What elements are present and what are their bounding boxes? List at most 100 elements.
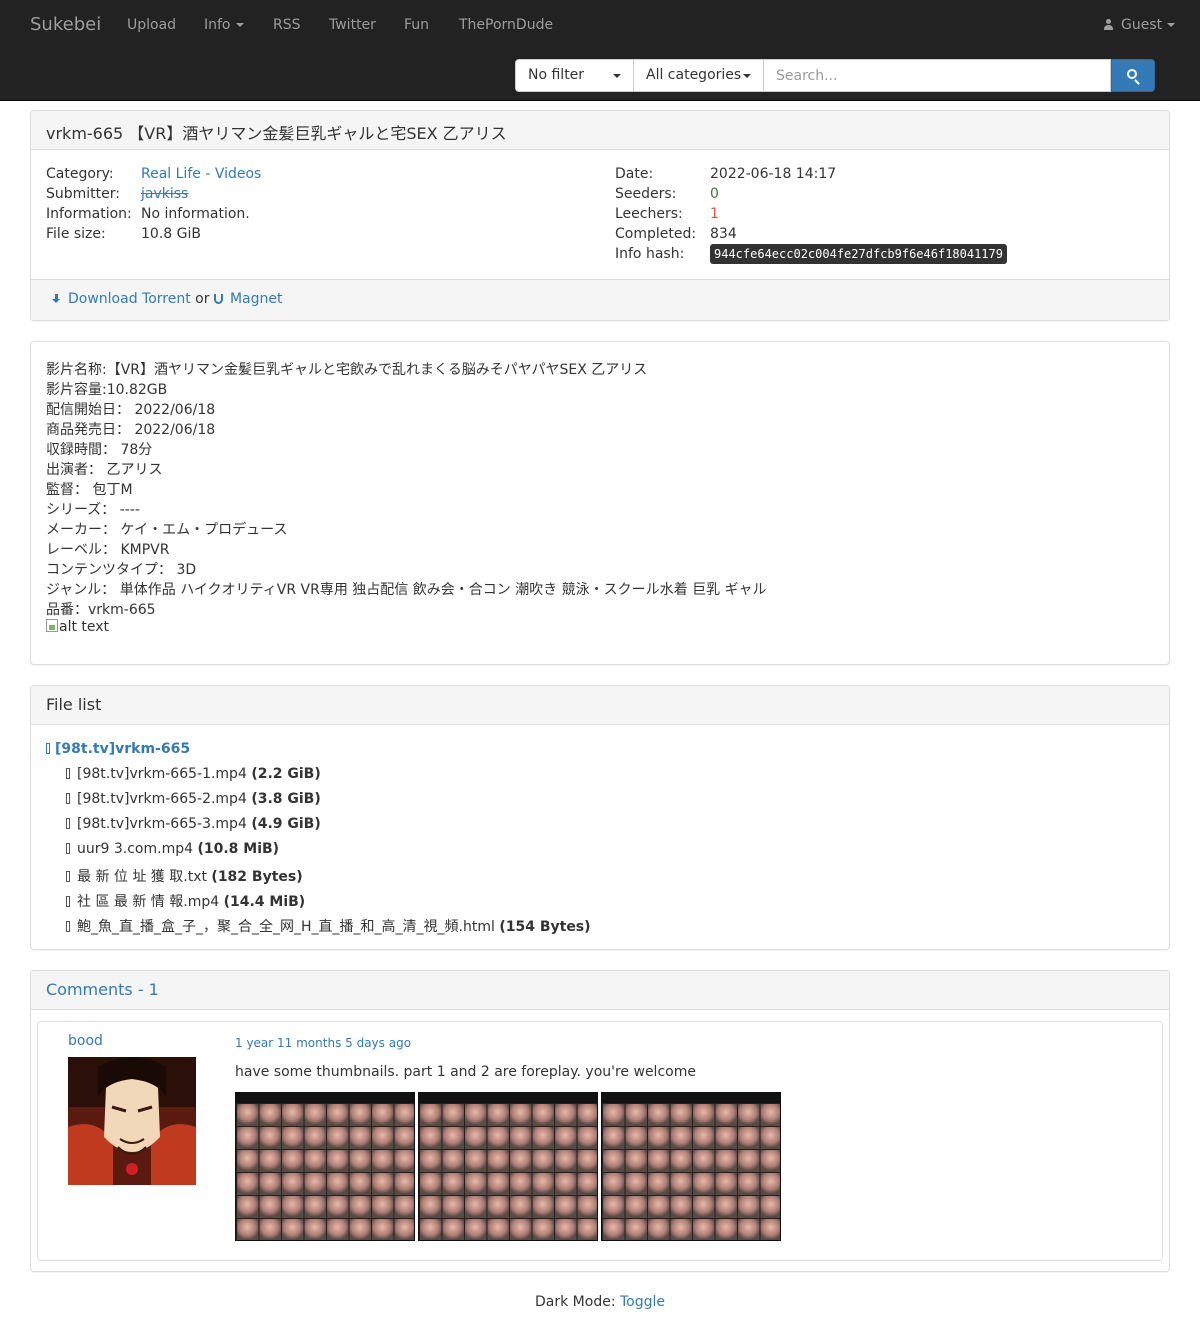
file-icon bbox=[66, 818, 70, 829]
user-icon bbox=[1104, 19, 1113, 30]
file-item: [98t.tv]vrkm-665-2.mp4 (3.8 GiB) bbox=[66, 791, 321, 807]
nav-theporndude[interactable]: ThePornDude bbox=[459, 17, 553, 33]
caret-down-icon bbox=[613, 74, 621, 78]
file-name: uur9 3.com.mp4 bbox=[77, 841, 193, 857]
information-label: Information: bbox=[46, 206, 132, 222]
description-line: 品番：vrkm-665 bbox=[46, 602, 156, 618]
description-line: 商品発売日： 2022/06/18 bbox=[46, 422, 216, 438]
info-hash-value[interactable]: 944cfe64ecc02c004fe27dfcb9f6e46f18041179 bbox=[710, 244, 1007, 264]
comment-item: bood 1 year 11 months 5 days ago have so… bbox=[37, 1021, 1163, 1261]
description-line: ジャンル： 単体作品 ハイクオリティVR VR専用 独占配信 飲み会・合コン 潮… bbox=[46, 582, 767, 598]
category-label: Category: bbox=[46, 166, 114, 182]
file-icon bbox=[66, 843, 70, 854]
date-value: 2022-06-18 14:17 bbox=[710, 166, 837, 182]
nav-twitter[interactable]: Twitter bbox=[329, 17, 376, 33]
search-input[interactable] bbox=[763, 59, 1111, 92]
broken-image: alt text bbox=[46, 619, 109, 635]
file-name: [98t.tv]vrkm-665-1.mp4 bbox=[77, 766, 247, 782]
caret-down-icon bbox=[743, 74, 751, 78]
date-label: Date: bbox=[615, 166, 654, 182]
category-separator: - bbox=[200, 166, 215, 182]
nav-upload[interactable]: Upload bbox=[127, 17, 176, 33]
description-line: 出演者： 乙アリス bbox=[46, 462, 163, 478]
description-line: シリーズ： ---- bbox=[46, 502, 140, 518]
file-item: 社 區 最 新 情 報.mp4 (14.4 MiB) bbox=[66, 891, 305, 911]
comment-permalink[interactable]: 1 year 11 months 5 days ago bbox=[235, 1036, 411, 1050]
leechers-label: Leechers: bbox=[615, 206, 683, 222]
brand-link[interactable]: Sukebei bbox=[30, 14, 101, 35]
file-size: (3.8 GiB) bbox=[251, 791, 321, 807]
file-item: 鮑_魚_直_播_盒_子_，聚_合_全_网_H_直_播_和_高_清_視_頻.htm… bbox=[66, 916, 591, 936]
file-item: [98t.tv]vrkm-665-3.mp4 (4.9 GiB) bbox=[66, 816, 321, 832]
user-menu-label: Guest bbox=[1121, 17, 1163, 33]
caret-down-icon bbox=[235, 23, 244, 27]
avatar bbox=[68, 1057, 196, 1185]
file-name: [98t.tv]vrkm-665-3.mp4 bbox=[77, 816, 247, 832]
download-icon bbox=[52, 294, 61, 304]
torrent-title-bar: vrkm-665 【VR】酒ヤリマン金髪巨乳ギャルと宅SEX 乙アリス bbox=[31, 111, 1169, 150]
file-list-panel: File list [98t.tv]vrkm-665 [98t.tv]vrkm-… bbox=[30, 685, 1170, 950]
category-sub-link[interactable]: Videos bbox=[215, 166, 262, 182]
file-icon bbox=[66, 768, 70, 779]
file-list-title: File list bbox=[46, 695, 102, 714]
file-name: 鮑_魚_直_播_盒_子_，聚_合_全_网_H_直_播_和_高_清_視_頻.htm… bbox=[77, 919, 495, 935]
description-line: 影片容量:10.82GB bbox=[46, 382, 168, 398]
dark-mode-toggle[interactable]: Toggle bbox=[620, 1294, 665, 1310]
file-size: (4.9 GiB) bbox=[251, 816, 321, 832]
info-hash-label: Info hash: bbox=[615, 246, 685, 262]
file-item: [98t.tv]vrkm-665-1.mp4 (2.2 GiB) bbox=[66, 766, 321, 782]
download-torrent-link[interactable]: Download Torrent bbox=[52, 291, 191, 307]
submitter-label: Submitter: bbox=[46, 186, 120, 202]
thumbnail-image[interactable] bbox=[235, 1092, 415, 1241]
search-button[interactable] bbox=[1111, 59, 1155, 92]
file-size: (154 Bytes) bbox=[499, 919, 591, 935]
file-icon bbox=[66, 896, 70, 907]
caret-down-icon bbox=[1167, 23, 1176, 27]
category-value: Real Life - Videos bbox=[141, 166, 261, 182]
thumbnail-image[interactable] bbox=[601, 1092, 781, 1241]
nav-info-label: Info bbox=[204, 17, 231, 33]
category-select-value: All categories bbox=[646, 67, 742, 83]
description-line: メーカー： ケイ・エム・プロデュース bbox=[46, 522, 288, 538]
magnet-icon bbox=[213, 294, 223, 304]
seeders-label: Seeders: bbox=[615, 186, 677, 202]
file-name: 最 新 位 址 獲 取.txt bbox=[77, 869, 207, 885]
comment-username[interactable]: bood bbox=[68, 1033, 103, 1049]
file-list-heading: File list bbox=[31, 686, 1169, 725]
magnet-link[interactable]: Magnet bbox=[213, 291, 282, 307]
user-menu[interactable]: Guest bbox=[1104, 17, 1176, 33]
file-size: (2.2 GiB) bbox=[251, 766, 321, 782]
footer: Dark Mode: Toggle bbox=[0, 1294, 1200, 1310]
avatar-image bbox=[68, 1057, 196, 1185]
file-size-value: 10.8 GiB bbox=[141, 226, 201, 242]
comment-text: have some thumbnails. part 1 and 2 are f… bbox=[235, 1064, 696, 1080]
comments-toggle[interactable]: Comments - 1 bbox=[46, 980, 159, 999]
file-icon bbox=[66, 871, 70, 882]
or-text: or bbox=[190, 291, 214, 307]
file-size: (10.8 MiB) bbox=[197, 841, 280, 857]
file-icon bbox=[66, 921, 70, 932]
folder-toggle[interactable]: [98t.tv]vrkm-665 bbox=[46, 741, 190, 757]
nav-fun[interactable]: Fun bbox=[404, 17, 429, 33]
seeders-value: 0 bbox=[710, 186, 719, 202]
comments-panel: Comments - 1 bood 1 year 11 months 5 day… bbox=[30, 970, 1170, 1272]
nav-rss[interactable]: RSS bbox=[273, 17, 301, 33]
comments-heading: Comments - 1 bbox=[31, 971, 1169, 1010]
file-size: (14.4 MiB) bbox=[223, 894, 306, 910]
download-torrent-label: Download Torrent bbox=[68, 291, 191, 307]
download-bar: Download Torrent or Magnet bbox=[31, 279, 1169, 320]
description-line: コンテンツタイプ： 3D bbox=[46, 562, 197, 578]
description-line: レーベル： KMPVR bbox=[46, 542, 170, 558]
dark-mode-label: Dark Mode: bbox=[535, 1294, 620, 1310]
file-item: uur9 3.com.mp4 (10.8 MiB) bbox=[66, 841, 279, 857]
torrent-title: vrkm-665 【VR】酒ヤリマン金髪巨乳ギャルと宅SEX 乙アリス bbox=[46, 124, 507, 143]
folder-icon bbox=[46, 743, 50, 754]
nav-info-dropdown[interactable]: Info bbox=[204, 17, 244, 33]
submitter-link[interactable]: javkiss bbox=[141, 186, 188, 202]
information-value: No information. bbox=[141, 206, 250, 222]
description-line: 監督： 包丁M bbox=[46, 482, 133, 498]
category-select[interactable]: All categories bbox=[633, 59, 764, 92]
category-main-link[interactable]: Real Life bbox=[141, 166, 201, 182]
thumbnail-image[interactable] bbox=[418, 1092, 598, 1241]
filter-select[interactable]: No filter bbox=[515, 59, 634, 92]
